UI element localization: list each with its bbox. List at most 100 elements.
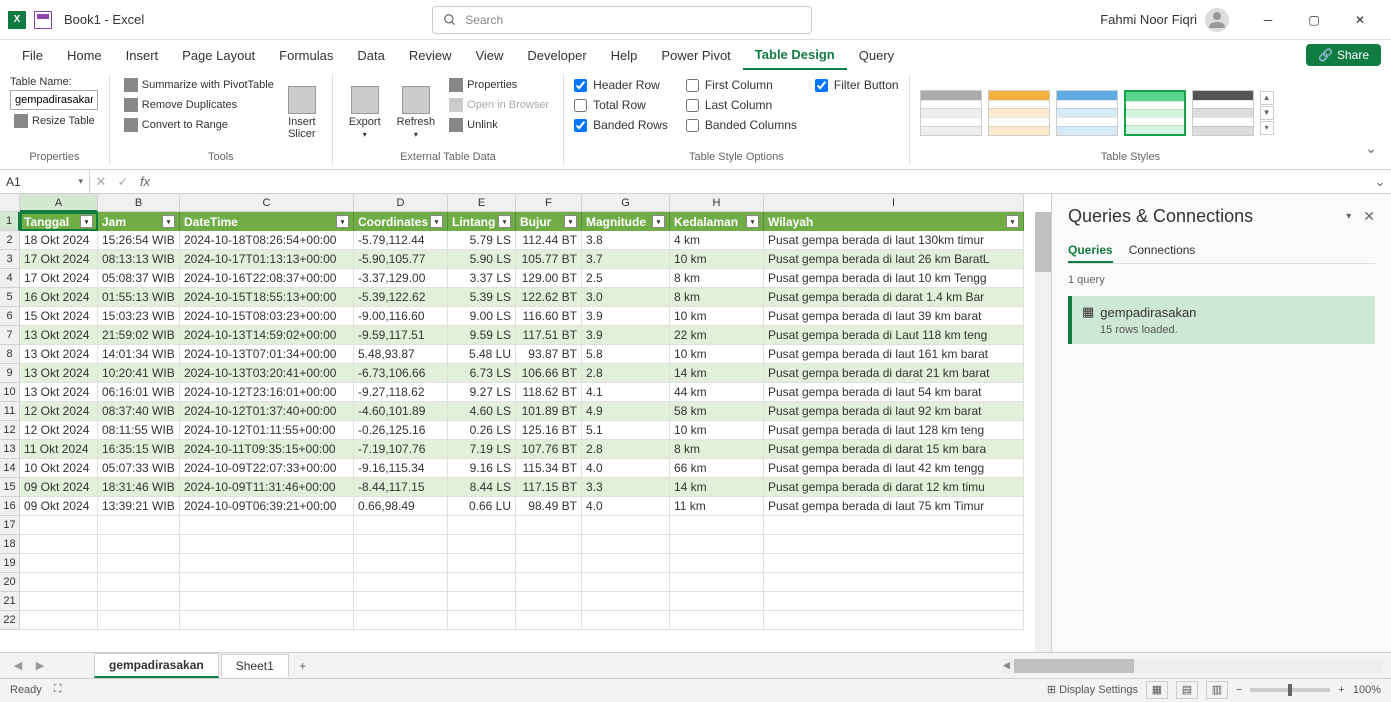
- cell[interactable]: Pusat gempa berada di darat 15 km bara: [764, 440, 1024, 459]
- cell[interactable]: -7.19,107.76: [354, 440, 448, 459]
- cell[interactable]: Pusat gempa berada di laut 161 km barat: [764, 345, 1024, 364]
- cell[interactable]: -5.39,122.62: [354, 288, 448, 307]
- cell[interactable]: [180, 611, 354, 630]
- col-header-I[interactable]: I: [764, 194, 1024, 212]
- formula-expand[interactable]: ⌄: [1369, 174, 1391, 190]
- close-button[interactable]: ✕: [1337, 0, 1383, 40]
- cell[interactable]: [354, 573, 448, 592]
- cell[interactable]: [582, 592, 670, 611]
- cell[interactable]: 05:08:37 WIB: [98, 269, 180, 288]
- row-header-4[interactable]: 4: [0, 269, 20, 288]
- cell[interactable]: [354, 554, 448, 573]
- cell[interactable]: [354, 592, 448, 611]
- cell[interactable]: Pusat gempa berada di laut 92 km barat: [764, 402, 1024, 421]
- row-header-16[interactable]: 16: [0, 497, 20, 516]
- table-header-jam[interactable]: Jam▾: [98, 212, 180, 231]
- cell[interactable]: 2024-10-12T01:11:55+00:00: [180, 421, 354, 440]
- row-header-9[interactable]: 9: [0, 364, 20, 383]
- cell[interactable]: Pusat gempa berada di darat 12 km timu: [764, 478, 1024, 497]
- cell[interactable]: 8 km: [670, 288, 764, 307]
- cell[interactable]: 14:01:34 WIB: [98, 345, 180, 364]
- cell[interactable]: 105.77 BT: [516, 250, 582, 269]
- cell[interactable]: 5.48,93.87: [354, 345, 448, 364]
- connections-tab[interactable]: Connections: [1129, 239, 1196, 263]
- cell[interactable]: 2024-10-13T03:20:41+00:00: [180, 364, 354, 383]
- cell[interactable]: 08:11:55 WIB: [98, 421, 180, 440]
- remove-duplicates-button[interactable]: Remove Duplicates: [120, 96, 278, 114]
- cell[interactable]: 125.16 BT: [516, 421, 582, 440]
- col-header-A[interactable]: A: [20, 194, 98, 212]
- cell[interactable]: [670, 535, 764, 554]
- zoom-in[interactable]: +: [1338, 684, 1344, 696]
- table-style-1[interactable]: [920, 90, 982, 136]
- cell[interactable]: 2024-10-16T22:08:37+00:00: [180, 269, 354, 288]
- cell[interactable]: -4.60,101.89: [354, 402, 448, 421]
- table-header-kedalaman[interactable]: Kedalaman▾: [670, 212, 764, 231]
- filter-icon[interactable]: ▾: [430, 215, 443, 228]
- cell[interactable]: 11 km: [670, 497, 764, 516]
- maximize-button[interactable]: ▢: [1291, 0, 1337, 40]
- cell[interactable]: 118.62 BT: [516, 383, 582, 402]
- total-row-check[interactable]: Total Row: [574, 96, 668, 114]
- filter-icon[interactable]: ▾: [80, 215, 93, 228]
- search-box[interactable]: Search: [432, 6, 812, 34]
- sheet-tab-1[interactable]: gempadirasakan: [94, 653, 219, 678]
- summarize-pivot-button[interactable]: Summarize with PivotTable: [120, 76, 278, 94]
- cell[interactable]: 9.16 LS: [448, 459, 516, 478]
- table-style-3[interactable]: [1056, 90, 1118, 136]
- cell[interactable]: 0.26 LS: [448, 421, 516, 440]
- select-all[interactable]: [0, 194, 20, 212]
- cell[interactable]: 21:59:02 WIB: [98, 326, 180, 345]
- cell[interactable]: [20, 573, 98, 592]
- col-header-E[interactable]: E: [448, 194, 516, 212]
- cell[interactable]: 13 Okt 2024: [20, 326, 98, 345]
- cell[interactable]: 3.37 LS: [448, 269, 516, 288]
- cell[interactable]: [582, 611, 670, 630]
- cell[interactable]: 01:55:13 WIB: [98, 288, 180, 307]
- cell[interactable]: 10 Okt 2024: [20, 459, 98, 478]
- table-style-selected[interactable]: [1124, 90, 1186, 136]
- cell[interactable]: 9.00 LS: [448, 307, 516, 326]
- fx-button[interactable]: fx: [134, 174, 156, 189]
- cell[interactable]: 2024-10-15T08:03:23+00:00: [180, 307, 354, 326]
- table-style-2[interactable]: [988, 90, 1050, 136]
- table-header-wilayah[interactable]: Wilayah▾: [764, 212, 1024, 231]
- cell[interactable]: [516, 611, 582, 630]
- cell[interactable]: [516, 573, 582, 592]
- cell[interactable]: 101.89 BT: [516, 402, 582, 421]
- row-header-2[interactable]: 2: [0, 231, 20, 250]
- cell[interactable]: 2024-10-17T01:13:13+00:00: [180, 250, 354, 269]
- cell[interactable]: 9.59 LS: [448, 326, 516, 345]
- cell[interactable]: [516, 554, 582, 573]
- zoom-level[interactable]: 100%: [1353, 684, 1381, 696]
- table-style-5[interactable]: [1192, 90, 1254, 136]
- ribbon-collapse[interactable]: ⌄: [1351, 132, 1391, 165]
- cell[interactable]: 08:37:40 WIB: [98, 402, 180, 421]
- cell[interactable]: 6.73 LS: [448, 364, 516, 383]
- tab-power-pivot[interactable]: Power Pivot: [649, 42, 742, 69]
- cell[interactable]: [670, 573, 764, 592]
- row-header-22[interactable]: 22: [0, 611, 20, 630]
- cell[interactable]: 8 km: [670, 269, 764, 288]
- row-header-1[interactable]: 1: [0, 212, 20, 231]
- cell[interactable]: -5.90,105.77: [354, 250, 448, 269]
- filter-icon[interactable]: ▾: [564, 215, 577, 228]
- save-icon[interactable]: [34, 11, 52, 29]
- cell[interactable]: 93.87 BT: [516, 345, 582, 364]
- cell[interactable]: -9.27,118.62: [354, 383, 448, 402]
- cell[interactable]: 10 km: [670, 421, 764, 440]
- cell[interactable]: [180, 516, 354, 535]
- cell[interactable]: 22 km: [670, 326, 764, 345]
- tab-file[interactable]: File: [10, 42, 55, 69]
- cell[interactable]: Pusat gempa berada di laut 128 km teng: [764, 421, 1024, 440]
- cell[interactable]: 3.9: [582, 326, 670, 345]
- cell[interactable]: 116.60 BT: [516, 307, 582, 326]
- cell[interactable]: 58 km: [670, 402, 764, 421]
- cell[interactable]: [20, 592, 98, 611]
- table-header-tanggal[interactable]: Tanggal▾: [20, 212, 98, 231]
- name-box[interactable]: A1▾: [0, 170, 90, 193]
- panel-menu[interactable]: ▾: [1346, 211, 1351, 222]
- cell[interactable]: [448, 554, 516, 573]
- cell[interactable]: [582, 554, 670, 573]
- cell[interactable]: 2024-10-11T09:35:15+00:00: [180, 440, 354, 459]
